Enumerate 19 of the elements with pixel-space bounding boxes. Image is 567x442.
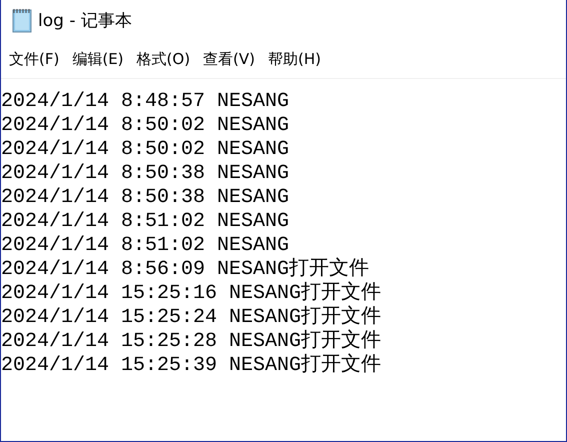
text-line: 2024/1/14 8:50:38 NESANG — [1, 186, 290, 210]
menu-item[interactable]: 帮助(H) — [262, 46, 327, 72]
text-line: 2024/1/14 8:50:02 NESANG — [1, 138, 290, 162]
text-line: 2024/1/14 15:25:28 NESANG打开文件 — [1, 330, 382, 353]
text-line: 2024/1/14 8:51:02 NESANG — [1, 210, 290, 234]
text-line: 2024/1/14 8:50:02 NESANG — [1, 114, 290, 138]
text-line: 2024/1/14 8:48:57 NESANG — [1, 90, 290, 114]
text-line: 2024/1/14 15:25:24 NESANG打开文件 — [1, 306, 382, 329]
menu-item[interactable]: 格式(O) — [130, 46, 196, 72]
text-line: 2024/1/14 8:50:38 NESANG — [1, 162, 290, 186]
menu-item[interactable]: 文件(F) — [3, 46, 66, 72]
window-title: log - 记事本 — [38, 10, 132, 32]
menu-item[interactable]: 查看(V) — [197, 46, 262, 72]
text-line: 2024/1/14 15:25:16 NESANG打开文件 — [1, 282, 382, 305]
menu-item[interactable]: 编辑(E) — [66, 46, 130, 72]
text-line: 2024/1/14 8:51:02 NESANG — [1, 234, 290, 258]
text-line: 2024/1/14 15:25:39 NESANG打开文件 — [1, 354, 382, 378]
text-line: 2024/1/14 8:56:09 NESANG打开文件 — [1, 258, 370, 281]
notepad-icon — [11, 7, 33, 33]
